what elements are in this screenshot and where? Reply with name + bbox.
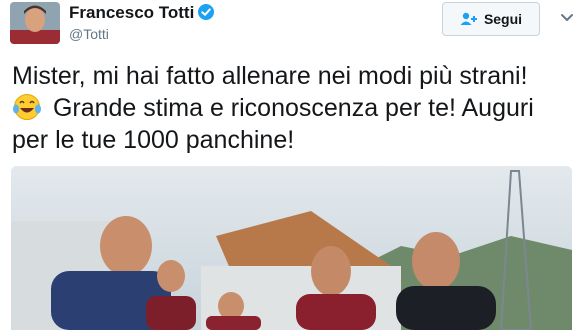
tweet-photo[interactable] (11, 166, 572, 330)
display-name[interactable]: Francesco Totti (69, 3, 194, 22)
verified-badge-icon (198, 4, 215, 20)
add-user-icon (460, 12, 478, 26)
face-with-tears-of-joy-icon (12, 93, 42, 121)
tweet-text: Mister, mi hai fatto allenare nei modi p… (12, 60, 582, 156)
user-name-block: Francesco Totti @Totti (69, 3, 215, 43)
tweet-line-1: Mister, mi hai fatto allenare nei modi p… (12, 62, 528, 90)
tweet-line-3: per le tue 1000 panchine! (12, 126, 295, 154)
chevron-down-icon[interactable] (560, 10, 574, 21)
follow-button[interactable]: Segui (442, 2, 540, 36)
user-handle[interactable]: @Totti (69, 25, 214, 43)
tweet-line-2: Grande stima e riconoscenza per te! Augu… (46, 94, 534, 122)
follow-label: Segui (483, 11, 523, 27)
avatar[interactable] (10, 2, 60, 44)
